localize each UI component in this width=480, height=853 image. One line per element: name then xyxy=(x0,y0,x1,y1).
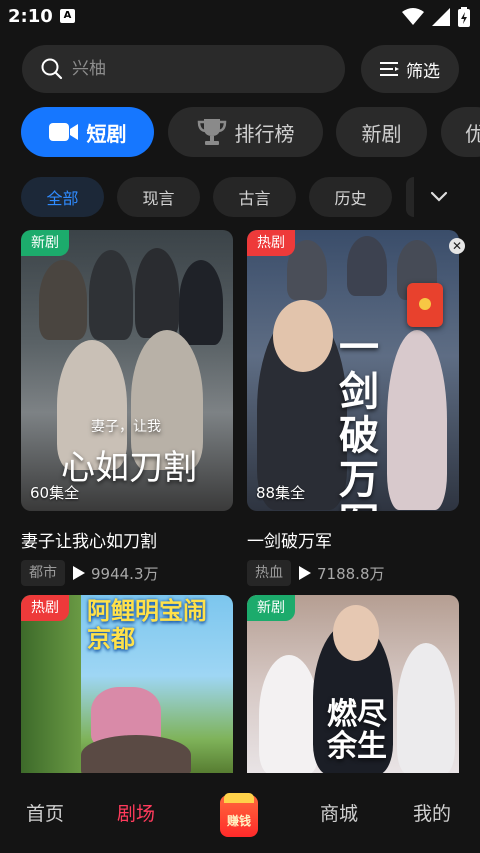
chip-history[interactable]: 历史 xyxy=(309,177,392,217)
drama-poster[interactable]: 热剧 一剑破万军 88集全 xyxy=(247,230,459,511)
battery-icon xyxy=(458,7,470,27)
chip-label: 全部 xyxy=(46,189,79,208)
view-count: 9944.3万 xyxy=(73,563,159,584)
drama-card[interactable]: 新剧 燃尽余生 xyxy=(247,595,459,775)
view-count-value: 7188.8万 xyxy=(317,564,385,583)
poster-title: 一剑破万军 xyxy=(339,324,379,512)
wifi-icon xyxy=(402,8,424,25)
poster-title-small: 妻子，让我 xyxy=(91,419,161,435)
new-drama-badge: 新剧 xyxy=(247,595,295,621)
nav-theater[interactable]: 剧场 xyxy=(117,799,155,826)
search-bar[interactable] xyxy=(22,45,345,93)
tab-ranking[interactable]: 排行榜 xyxy=(168,107,323,157)
genre-tag: 热血 xyxy=(247,560,291,586)
new-drama-badge: 新剧 xyxy=(21,230,69,256)
view-count-value: 9944.3万 xyxy=(91,564,159,583)
poster-title: 阿鲤明宝闹京都 xyxy=(87,596,207,653)
episode-count: 88集全 xyxy=(256,484,306,502)
nav-mine[interactable]: 我的 xyxy=(413,799,451,826)
chip-modern-romance[interactable]: 现言 xyxy=(117,177,200,217)
nav-earn-label: 赚钱 xyxy=(226,813,251,828)
hot-drama-badge: 热剧 xyxy=(247,230,295,256)
chevron-down-icon xyxy=(430,191,448,202)
tab-new-drama[interactable]: 新剧 xyxy=(336,107,427,157)
drama-poster[interactable]: 新剧 妻子，让我 心如刀割 60集全 xyxy=(21,230,233,511)
bottom-nav: 首页 剧场 赚钱 商城 我的 xyxy=(0,773,480,853)
chip-label: 现言 xyxy=(142,189,175,208)
tab-label: 新剧 xyxy=(361,121,402,146)
play-icon xyxy=(299,566,311,580)
episode-count: 60集全 xyxy=(30,484,80,502)
genre-tag: 都市 xyxy=(21,560,65,586)
chip-ancient-romance[interactable]: 古言 xyxy=(213,177,296,217)
filter-button[interactable]: 筛选 xyxy=(361,45,459,93)
red-envelope-icon[interactable] xyxy=(407,283,443,327)
chip-all[interactable]: 全部 xyxy=(21,177,104,217)
chips-expand-button[interactable] xyxy=(406,177,480,217)
system-icons xyxy=(402,7,470,27)
nav-mall[interactable]: 商城 xyxy=(320,799,358,826)
category-tabs: 短剧 排行榜 新剧 优 xyxy=(0,107,480,157)
drama-poster[interactable]: 新剧 燃尽余生 xyxy=(247,595,459,775)
filter-icon xyxy=(380,62,399,76)
drama-meta: 都市 9944.3万 xyxy=(21,560,233,586)
close-icon[interactable]: ✕ xyxy=(449,238,465,254)
hot-drama-badge: 热剧 xyxy=(21,595,69,621)
poster-title: 心如刀割 xyxy=(61,448,197,488)
tab-more[interactable]: 优 xyxy=(441,107,480,157)
genre-chips: 全部 现言 古言 历史 xyxy=(0,177,480,217)
tab-short-drama[interactable]: 短剧 xyxy=(21,107,154,157)
nav-home[interactable]: 首页 xyxy=(26,799,64,826)
drama-title[interactable]: 妻子让我心如刀割 xyxy=(21,527,233,552)
chip-label: 古言 xyxy=(238,189,271,208)
chip-label: 历史 xyxy=(334,189,367,208)
tab-label: 排行榜 xyxy=(234,121,295,146)
drama-poster[interactable]: 热剧 阿鲤明宝闹京都 xyxy=(21,595,233,775)
drama-card[interactable]: 热剧 阿鲤明宝闹京都 xyxy=(21,595,233,775)
view-count: 7188.8万 xyxy=(299,563,385,584)
video-camera-icon xyxy=(48,123,78,141)
app-notification-icon: A xyxy=(60,9,75,23)
trophy-icon xyxy=(197,119,226,145)
search-icon xyxy=(41,58,63,80)
drama-meta: 热血 7188.8万 xyxy=(247,560,459,586)
drama-title[interactable]: 一剑破万军 xyxy=(247,527,459,552)
poster-title: 燃尽余生 xyxy=(327,697,387,764)
tab-label: 优 xyxy=(465,121,480,146)
search-input[interactable] xyxy=(72,53,322,85)
status-time: 2:10 xyxy=(8,6,53,27)
signal-icon xyxy=(432,8,450,26)
play-icon xyxy=(73,566,85,580)
tab-label: 短剧 xyxy=(86,121,127,146)
status-bar: 2:10 A xyxy=(0,0,480,34)
drama-card[interactable]: 新剧 妻子，让我 心如刀割 60集全 妻子让我心如刀割 都市 9944.3万 xyxy=(21,230,233,586)
filter-label: 筛选 xyxy=(406,61,440,82)
nav-earn-button[interactable]: 赚钱 xyxy=(220,793,258,837)
